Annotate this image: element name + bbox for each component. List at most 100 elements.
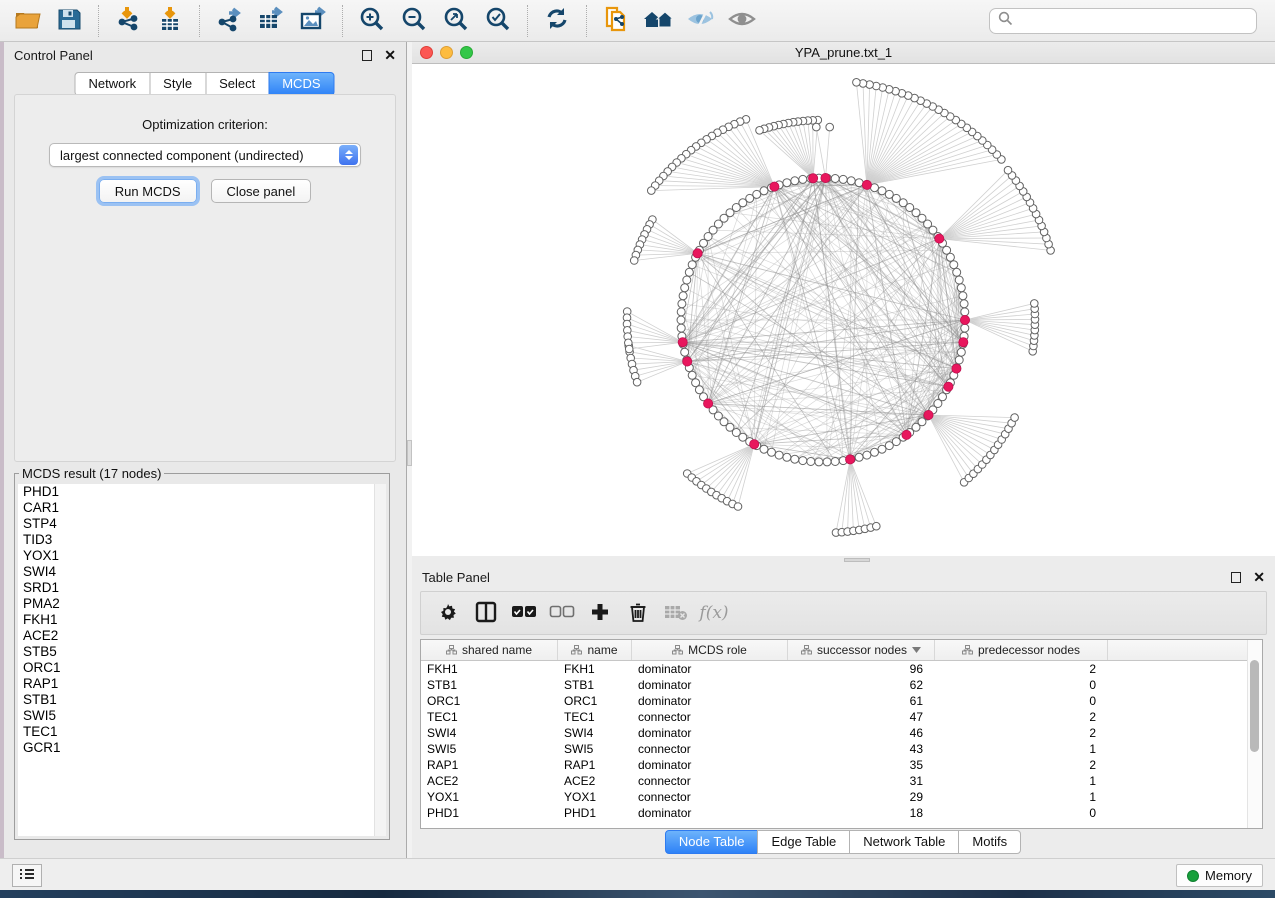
criterion-dropdown[interactable]: largest connected component (undirected) xyxy=(49,143,361,167)
close-panel-button[interactable]: Close panel xyxy=(211,179,312,203)
table-row[interactable]: FKH1FKH1dominator962 xyxy=(421,661,1262,677)
toolbar-separator xyxy=(98,5,99,37)
table-cell: FKH1 xyxy=(558,661,632,677)
column-header-mcds-role[interactable]: MCDS role xyxy=(632,640,788,660)
save-session-button[interactable] xyxy=(48,3,90,39)
table-row[interactable]: TEC1TEC1connector472 xyxy=(421,709,1262,725)
horizontal-splitter[interactable] xyxy=(412,556,1275,564)
eye-icon xyxy=(727,6,757,35)
close-panel-icon[interactable]: ✕ xyxy=(384,48,396,62)
zoom-out-button[interactable] xyxy=(393,3,435,39)
network-canvas[interactable] xyxy=(412,64,1275,556)
table-row[interactable]: SWI5SWI5connector431 xyxy=(421,741,1262,757)
mcds-result-item[interactable]: FKH1 xyxy=(18,612,386,628)
column-layout-button[interactable] xyxy=(471,596,501,630)
zoom-fit-button[interactable] xyxy=(435,3,477,39)
import-network-button[interactable] xyxy=(107,3,149,39)
search-input[interactable] xyxy=(1018,13,1248,30)
select-all-button[interactable] xyxy=(509,596,539,630)
table-row[interactable]: STB1STB1dominator620 xyxy=(421,677,1262,693)
mcds-result-item[interactable]: SWI5 xyxy=(18,708,386,724)
table-cell: RAP1 xyxy=(558,757,632,773)
memory-button[interactable]: Memory xyxy=(1176,864,1263,887)
tab-node-table[interactable]: Node Table xyxy=(665,830,759,854)
table-scrollbar[interactable] xyxy=(1247,640,1262,828)
table-header-row: shared namenameMCDS rolesuccessor nodesp… xyxy=(421,640,1262,661)
run-mcds-button[interactable]: Run MCDS xyxy=(99,179,197,203)
control-panel-tabs: NetworkStyleSelectMCDS xyxy=(75,72,334,96)
export-image-button[interactable] xyxy=(292,3,334,39)
mcds-result-item[interactable]: STP4 xyxy=(18,516,386,532)
column-header-predecessor-nodes[interactable]: predecessor nodes xyxy=(935,640,1108,660)
network-titlebar[interactable]: YPA_prune.txt_1 xyxy=(412,42,1275,64)
toolbar-separator xyxy=(199,5,200,37)
tab-edge-table[interactable]: Edge Table xyxy=(757,830,850,854)
zoom-selected-button[interactable] xyxy=(477,3,519,39)
sort-desc-icon xyxy=(912,647,921,653)
zoom-in-button[interactable] xyxy=(351,3,393,39)
deselect-all-button[interactable] xyxy=(547,596,577,630)
result-list-scrollbar[interactable] xyxy=(374,484,386,836)
mcds-result-item[interactable]: GCR1 xyxy=(18,740,386,756)
show-all-button[interactable] xyxy=(721,3,763,39)
float-panel-icon[interactable] xyxy=(1231,572,1241,583)
mcds-result-item[interactable]: RAP1 xyxy=(18,676,386,692)
tab-select[interactable]: Select xyxy=(205,72,269,96)
mcds-result-item[interactable]: PHD1 xyxy=(18,484,386,500)
mcds-result-item[interactable]: ORC1 xyxy=(18,660,386,676)
table-row[interactable]: ACE2ACE2connector311 xyxy=(421,773,1262,789)
table-cell: PHD1 xyxy=(558,805,632,821)
mcds-result-item[interactable]: YOX1 xyxy=(18,548,386,564)
table-row[interactable]: PHD1PHD1dominator180 xyxy=(421,805,1262,821)
table-cell: 35 xyxy=(788,757,935,773)
mcds-result-item[interactable]: CAR1 xyxy=(18,500,386,516)
mcds-result-item[interactable]: STB1 xyxy=(18,692,386,708)
mcds-result-item[interactable]: STB5 xyxy=(18,644,386,660)
status-menu-button[interactable] xyxy=(12,864,42,887)
column-header-name[interactable]: name xyxy=(558,640,632,660)
tab-style[interactable]: Style xyxy=(149,72,206,96)
open-folder-icon xyxy=(13,7,41,34)
table-row[interactable]: SWI4SWI4dominator462 xyxy=(421,725,1262,741)
table-cell: connector xyxy=(632,741,788,757)
scrollbar-thumb[interactable] xyxy=(1250,660,1259,752)
delete-column-button[interactable] xyxy=(623,596,653,630)
mcds-result-item[interactable]: PMA2 xyxy=(18,596,386,612)
table-row[interactable]: RAP1RAP1dominator352 xyxy=(421,757,1262,773)
clone-network-icon xyxy=(601,4,631,37)
mcds-result-item[interactable]: ACE2 xyxy=(18,628,386,644)
float-panel-icon[interactable] xyxy=(362,50,372,61)
import-table-icon xyxy=(157,5,183,36)
save-icon xyxy=(56,7,82,34)
close-panel-icon[interactable]: ✕ xyxy=(1253,570,1265,584)
splitter-handle[interactable] xyxy=(844,558,870,562)
tab-motifs[interactable]: Motifs xyxy=(958,830,1021,854)
import-table-button[interactable] xyxy=(149,3,191,39)
column-header-successor-nodes[interactable]: successor nodes xyxy=(788,640,935,660)
table-row[interactable]: YOX1YOX1connector291 xyxy=(421,789,1262,805)
hide-selected-button[interactable] xyxy=(679,3,721,39)
mcds-result-item[interactable]: SWI4 xyxy=(18,564,386,580)
plus-icon xyxy=(590,602,610,625)
table-row[interactable]: ORC1ORC1dominator610 xyxy=(421,693,1262,709)
export-table-button[interactable] xyxy=(250,3,292,39)
first-neighbors-button[interactable] xyxy=(637,3,679,39)
table-settings-button[interactable] xyxy=(433,596,463,630)
table-cell: 29 xyxy=(788,789,935,805)
mcds-result-item[interactable]: SRD1 xyxy=(18,580,386,596)
mcds-result-item[interactable]: TID3 xyxy=(18,532,386,548)
checked-checkboxes-icon xyxy=(511,605,537,622)
clone-network-button[interactable] xyxy=(595,3,637,39)
open-file-button[interactable] xyxy=(6,3,48,39)
column-header-shared-name[interactable]: shared name xyxy=(421,640,558,660)
table-cell: 2 xyxy=(935,709,1108,725)
table-cell: YOX1 xyxy=(558,789,632,805)
tab-network[interactable]: Network xyxy=(74,72,150,96)
memory-label: Memory xyxy=(1205,868,1252,883)
export-network-button[interactable] xyxy=(208,3,250,39)
mcds-result-item[interactable]: TEC1 xyxy=(18,724,386,740)
tab-mcds[interactable]: MCDS xyxy=(268,72,334,96)
add-column-button[interactable] xyxy=(585,596,615,630)
tab-network-table[interactable]: Network Table xyxy=(849,830,959,854)
refresh-button[interactable] xyxy=(536,3,578,39)
